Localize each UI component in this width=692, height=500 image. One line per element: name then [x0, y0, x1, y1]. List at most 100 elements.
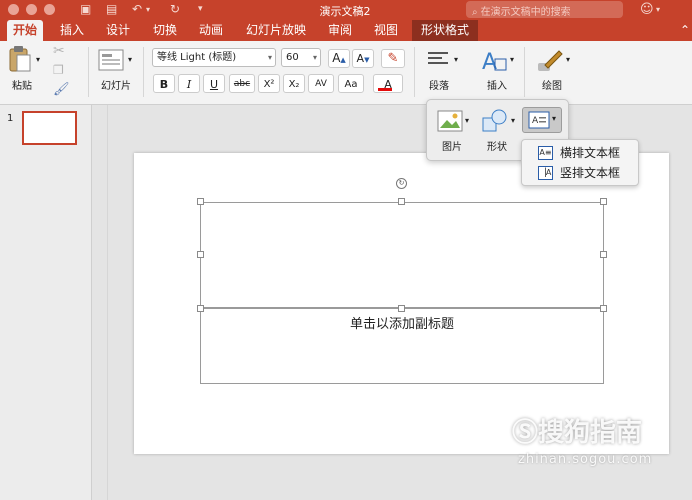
paste-dropdown-icon[interactable]: ▾	[36, 55, 40, 64]
draw-dropdown-icon[interactable]: ▾	[566, 55, 570, 64]
tab-animations[interactable]: 动画	[194, 20, 228, 41]
strikethrough-button[interactable]: abc	[229, 74, 255, 93]
italic-button[interactable]: I	[178, 74, 200, 93]
tab-review[interactable]: 审阅	[323, 20, 357, 41]
underline-button[interactable]: U	[203, 74, 225, 93]
customize-toolbar-icon[interactable]: ▾	[198, 4, 203, 14]
divider	[414, 47, 415, 97]
copy-icon[interactable]: ❐	[53, 63, 64, 77]
textbox-icon: A	[528, 111, 550, 129]
shrink-font-label: A	[356, 52, 365, 65]
grow-font-button[interactable]: A▲	[328, 49, 350, 68]
vertical-textbox-icon: ▕A	[538, 166, 553, 180]
shrink-font-button[interactable]: A▼	[352, 49, 374, 68]
font-color-swatch	[378, 88, 392, 91]
title-placeholder[interactable]	[200, 202, 604, 308]
divider	[88, 47, 89, 97]
chevron-down-icon: ▾	[312, 53, 317, 62]
paragraph-dropdown-icon[interactable]: ▾	[454, 55, 458, 64]
paste-icon[interactable]	[8, 45, 32, 73]
feedback-dropdown-icon[interactable]: ▾	[656, 5, 660, 14]
ribbon: ▾ 粘贴 ✂ ❐ 🖌 ▾ 幻灯片 等线 Light (标题) ▾ 60 ▾ A▲ A…	[0, 41, 692, 105]
subscript-button[interactable]: X₂	[283, 74, 305, 93]
paragraph-icon[interactable]	[427, 51, 451, 69]
picture-label: 图片	[442, 142, 462, 153]
font-name-select[interactable]: 等线 Light (标题) ▾	[152, 48, 276, 67]
horizontal-textbox-icon: A≡	[538, 146, 553, 160]
ribbon-tab-bar: 开始 插入 设计 切换 动画 幻灯片放映 审阅 视图 形状格式 ⌃	[0, 20, 692, 41]
subtitle-placeholder-text: 单击以添加副标题	[349, 317, 454, 332]
search-input[interactable]: ⌕ 在演示文稿中的搜索	[466, 1, 623, 18]
tab-home[interactable]: 开始	[7, 20, 43, 41]
resize-handle[interactable]	[197, 251, 204, 258]
resize-handle[interactable]	[600, 305, 607, 312]
minimize-window-button[interactable]	[26, 4, 37, 15]
title-bar: ▣ ▤ ↶ ▾ ↻ ▾ 演示文稿2 ⌕ 在演示文稿中的搜索 ☺ ▾	[0, 0, 692, 20]
search-placeholder: 在演示文稿中的搜索	[480, 7, 571, 18]
resize-handle[interactable]	[398, 198, 405, 205]
sogou-watermark: Ⓢ搜狗指南 zhinan.sogou.com	[512, 408, 692, 470]
tab-transitions[interactable]: 切换	[148, 20, 182, 41]
resize-handle[interactable]	[398, 305, 405, 312]
subtitle-placeholder[interactable]: 单击以添加副标题	[200, 308, 604, 384]
menu-item-horizontal-textbox[interactable]: A≡ 横排文本框	[538, 144, 636, 162]
close-window-button[interactable]	[8, 4, 19, 15]
divider	[143, 47, 144, 97]
tab-view[interactable]: 视图	[369, 20, 403, 41]
paragraph-label: 段落	[429, 81, 449, 92]
smiley-feedback-icon[interactable]: ☺	[640, 2, 654, 17]
insert-dropdown-icon[interactable]: ▾	[510, 55, 514, 64]
insert-label: 插入	[487, 81, 507, 92]
character-spacing-button[interactable]: AV	[308, 74, 334, 93]
tab-design[interactable]: 设计	[101, 20, 135, 41]
change-case-button[interactable]: Aa	[338, 74, 364, 93]
undo-dropdown-icon[interactable]: ▾	[146, 5, 150, 14]
textbox-dropdown-icon: ▾	[552, 114, 557, 123]
picture-dropdown-icon[interactable]: ▾	[465, 116, 469, 125]
format-painter-icon[interactable]: 🖌	[53, 82, 70, 97]
font-color-button[interactable]: A	[373, 74, 403, 93]
undo-icon[interactable]: ↶	[132, 2, 142, 16]
tab-shape-format[interactable]: 形状格式	[412, 20, 478, 41]
cut-icon[interactable]: ✂	[53, 43, 65, 59]
resize-handle[interactable]	[197, 305, 204, 312]
save-icon[interactable]: ▤	[106, 2, 117, 16]
textbox-button[interactable]: A ▾	[522, 107, 562, 133]
menu-item-label: 竖排文本框	[560, 166, 621, 180]
tab-slideshow[interactable]: 幻灯片放映	[241, 20, 311, 41]
ribbon-collapse-icon[interactable]: ⌃	[680, 23, 690, 37]
shapes-dropdown-icon[interactable]: ▾	[511, 116, 515, 125]
shapes-icon[interactable]	[481, 108, 509, 134]
font-size-value: 60	[286, 52, 299, 63]
zoom-window-button[interactable]	[44, 4, 55, 15]
slides-label: 幻灯片	[101, 81, 131, 92]
tab-insert[interactable]: 插入	[55, 20, 89, 41]
draw-label: 绘图	[542, 81, 562, 92]
slide-thumbnail-pane: 1	[0, 105, 92, 500]
watermark-brand: Ⓢ搜狗指南	[512, 418, 643, 448]
watermark-url: zhinan.sogou.com	[518, 452, 653, 467]
draw-brush-icon[interactable]	[537, 49, 563, 73]
slide-thumbnail[interactable]	[22, 111, 77, 145]
resize-handle[interactable]	[197, 198, 204, 205]
font-size-select[interactable]: 60 ▾	[281, 48, 321, 67]
resize-handle[interactable]	[600, 198, 607, 205]
sidebar-toggle-icon[interactable]: ▣	[80, 2, 91, 16]
rotate-handle[interactable]: ↻	[396, 178, 407, 189]
picture-icon[interactable]	[437, 110, 463, 132]
paste-label: 粘贴	[12, 81, 32, 92]
textbox-dropdown-menu: A≡ 横排文本框 ▕A 竖排文本框	[521, 139, 639, 186]
new-slide-icon[interactable]	[98, 49, 124, 71]
new-slide-dropdown-icon[interactable]: ▾	[128, 55, 132, 64]
bold-button[interactable]: B	[153, 74, 175, 93]
menu-item-label: 横排文本框	[560, 146, 621, 160]
divider	[107, 105, 108, 500]
menu-item-vertical-textbox[interactable]: ▕A 竖排文本框	[538, 164, 636, 182]
superscript-button[interactable]: X²	[258, 74, 280, 93]
shapes-label: 形状	[487, 142, 507, 153]
insert-textbox-icon[interactable]: A	[480, 47, 508, 75]
slide-number: 1	[7, 113, 14, 124]
resize-handle[interactable]	[600, 251, 607, 258]
clear-formatting-icon[interactable]: ✎	[381, 49, 405, 68]
redo-icon[interactable]: ↻	[170, 2, 180, 16]
